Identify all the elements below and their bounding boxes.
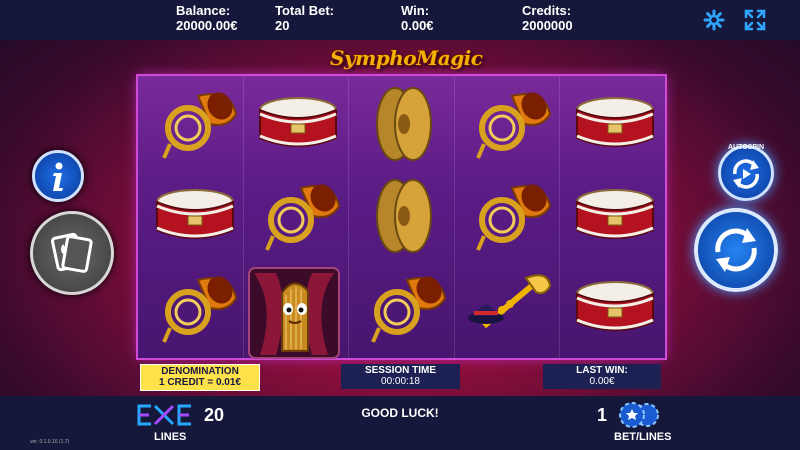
bet-lines-value: 1 — [597, 405, 608, 425]
lines-label: LINES — [154, 431, 187, 443]
total-bet-value: 20 — [275, 18, 290, 33]
top-bar: Balance: 20000.00€ Total Bet: 20 Win: 0.… — [0, 0, 800, 40]
reel-divider — [559, 76, 560, 358]
win-display: Win: 0.00€ — [401, 3, 434, 33]
game-logo: SymphoMagic — [330, 46, 483, 70]
french-horn-symbol — [464, 176, 554, 256]
snare-drum-symbol — [253, 84, 343, 164]
denomination-value: 1 CREDIT = 0.01€ — [159, 377, 241, 388]
reel-divider — [243, 76, 244, 358]
status-message: GOOD LUCK! — [361, 406, 439, 420]
session-time-value: 00:00:18 — [381, 376, 420, 387]
bet-lines-label: BET/LINES — [614, 431, 672, 443]
version-text: ver. 0.1.0.16 (1.7) — [30, 439, 70, 445]
french-horn-symbol — [359, 268, 449, 348]
harp-wild-symbol — [246, 265, 342, 361]
spin-icon — [715, 228, 757, 272]
settings-gear-icon[interactable] — [703, 9, 725, 31]
reel-divider — [454, 76, 455, 358]
denomination-panel[interactable]: DENOMINATION 1 CREDIT = 0.01€ — [140, 364, 260, 391]
snare-drum-symbol — [150, 176, 240, 256]
session-time-panel: SESSION TIME 00:00:18 — [341, 364, 460, 389]
balance-label: Balance: — [176, 3, 231, 18]
lines-selector-icon[interactable] — [137, 404, 197, 426]
playing-cards-icon — [50, 232, 93, 273]
reels-area — [138, 76, 665, 358]
credits-display: Credits: 2000000 — [522, 3, 573, 33]
autospin-icon — [733, 159, 759, 189]
credits-value: 2000000 — [522, 18, 573, 33]
trumpet-hat-symbol — [464, 268, 554, 348]
cymbals-symbol — [359, 84, 449, 164]
win-value: 0.00€ — [401, 18, 434, 33]
french-horn-symbol — [464, 84, 554, 164]
spin-button[interactable] — [694, 208, 778, 292]
french-horn-symbol — [150, 268, 240, 348]
bet-chips-icon[interactable] — [617, 402, 663, 428]
balance-display: Balance: 20000.00€ — [176, 3, 237, 33]
balance-value: 20000.00€ — [176, 18, 238, 33]
snare-drum-symbol — [570, 176, 660, 256]
fullscreen-icon[interactable] — [744, 9, 766, 31]
bottom-bar: 20 LINES GOOD LUCK! 1 BET/LINES ver. 0.1… — [0, 396, 800, 450]
snare-drum-symbol — [570, 268, 660, 348]
paytable-button[interactable] — [30, 211, 114, 295]
cymbals-symbol — [359, 176, 449, 256]
autospin-button[interactable]: AUTOSPIN — [718, 144, 774, 201]
french-horn-symbol — [150, 84, 240, 164]
total-bet-display: Total Bet: 20 — [275, 3, 334, 33]
reel-divider — [348, 76, 349, 358]
last-win-panel: LAST WIN: 0.00€ — [543, 364, 661, 389]
last-win-value: 0.00€ — [589, 376, 615, 387]
snare-drum-symbol — [570, 84, 660, 164]
session-time-label: SESSION TIME — [364, 365, 437, 376]
autospin-label: AUTOSPIN — [727, 144, 765, 151]
lines-value: 20 — [204, 405, 225, 425]
total-bet-label: Total Bet: — [275, 3, 334, 18]
info-icon — [53, 162, 63, 191]
denomination-label: DENOMINATION — [161, 366, 239, 377]
last-win-label: LAST WIN: — [576, 365, 628, 376]
win-label: Win: — [401, 3, 430, 18]
info-button[interactable] — [32, 150, 84, 202]
french-horn-symbol — [253, 176, 343, 256]
credits-label: Credits: — [522, 3, 572, 18]
